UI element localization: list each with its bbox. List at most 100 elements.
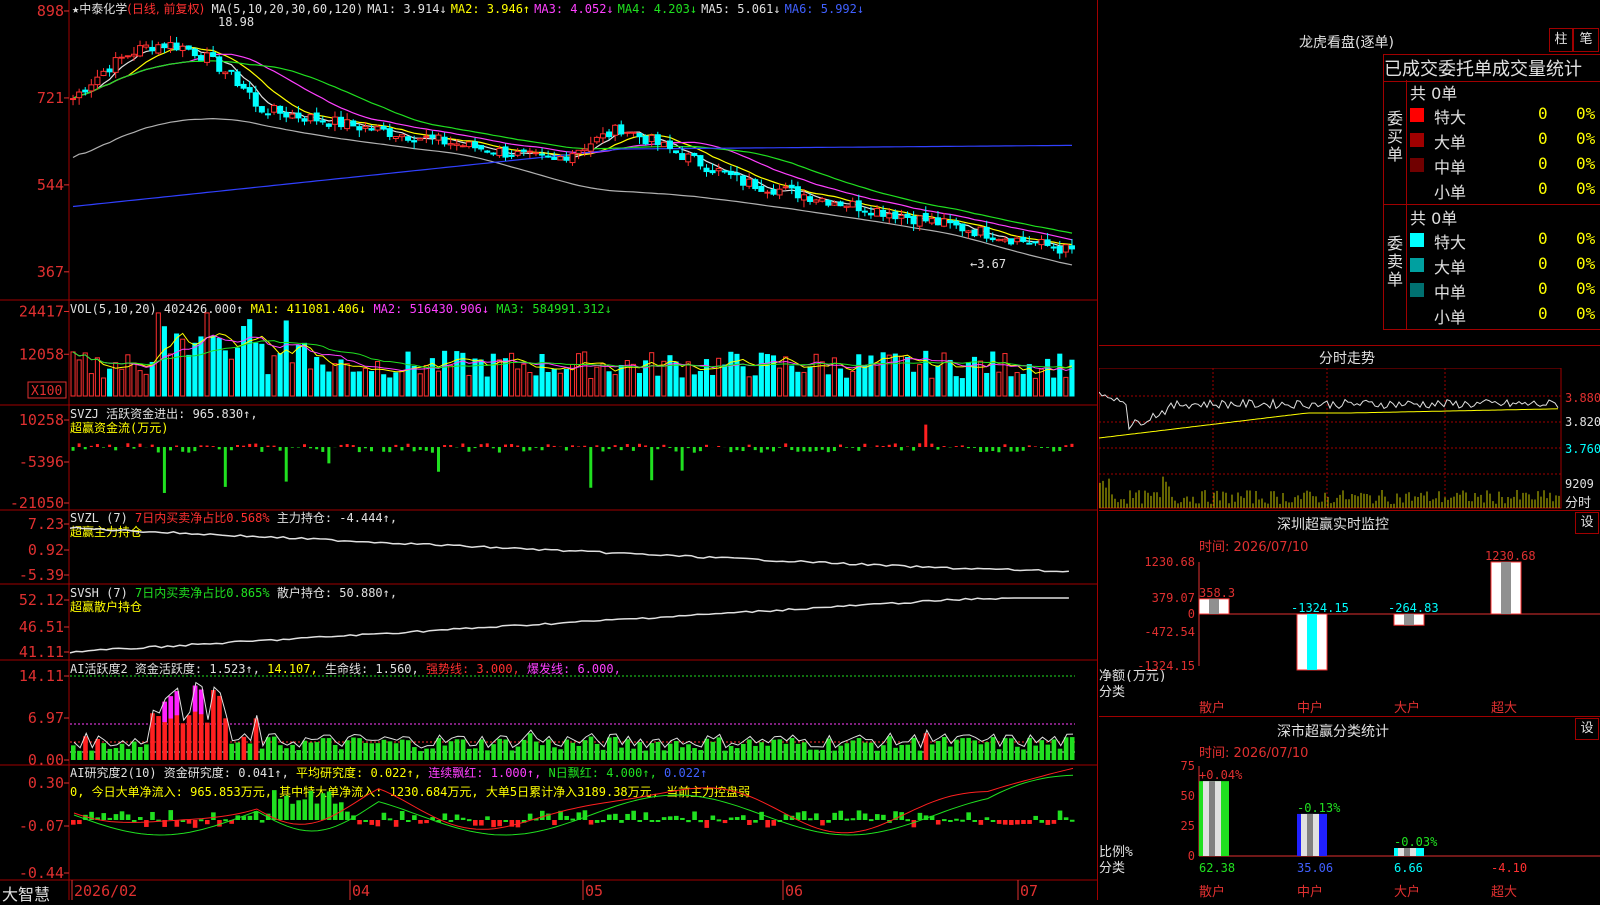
- candle-body: [831, 202, 838, 206]
- activity-bar: [308, 742, 314, 760]
- volume-bar: [259, 343, 265, 397]
- research-bar: [722, 820, 728, 824]
- candle-body: [715, 168, 722, 172]
- volume-bar: [521, 363, 527, 397]
- indicator-chart-svg[interactable]: 898 721 544 367 18.98 ←3.67 VOL(5,10,20) 40242…: [0, 0, 1097, 900]
- sz-value-label: -264.83: [1388, 601, 1439, 615]
- intraday-frame: [1099, 368, 1562, 509]
- research-bar: [759, 811, 764, 820]
- activity-bar: [332, 744, 338, 760]
- volume-bar: [301, 342, 308, 397]
- candle-body: [581, 148, 588, 152]
- activity-bar: [247, 743, 253, 760]
- activity-bar: [747, 739, 752, 760]
- research-bar: [101, 813, 107, 820]
- volume-bar: [576, 353, 582, 397]
- sell-row: 特大 0 0%: [1410, 229, 1600, 253]
- candle-body: [472, 141, 479, 149]
- activity-bar: [223, 718, 228, 760]
- research-bar: [801, 811, 807, 820]
- research-bar: [753, 820, 758, 823]
- activity-bar: [138, 746, 143, 760]
- volume-bar: [137, 370, 143, 397]
- volume-bar: [795, 371, 801, 397]
- volume-bar: [283, 320, 289, 397]
- volume-bar: [180, 338, 186, 397]
- activity-bar: [619, 747, 624, 760]
- research-bar: [1009, 820, 1014, 825]
- activity-bar: [582, 740, 588, 760]
- candle-body: [587, 143, 594, 152]
- ai-activity-part: 14.107,: [267, 662, 325, 676]
- research-bar: [205, 820, 210, 825]
- research-bar: [503, 820, 509, 822]
- candle-body: [977, 226, 984, 236]
- ai2-axis-tick: -0.07: [19, 817, 64, 835]
- research-bar: [832, 812, 837, 820]
- activity-bar: [527, 733, 533, 760]
- activity-bar: [497, 738, 502, 760]
- candle-body: [106, 68, 113, 73]
- volume-bar: [405, 351, 411, 397]
- research-bar: [345, 811, 350, 820]
- volume-bar: [308, 368, 314, 397]
- candle-body: [423, 135, 430, 138]
- candle-body: [721, 170, 728, 173]
- ai1-axis-tick: 14.11: [19, 667, 64, 685]
- main-chart-area[interactable]: ★中泰化学(日线, 前复权) MA(5,10,20,30,60,120) MA1:…: [0, 0, 1098, 904]
- candle-body: [435, 134, 442, 141]
- sell-swatch: [1410, 258, 1424, 272]
- activity-bar: [966, 737, 971, 760]
- activity-bar: [734, 748, 740, 760]
- activity-bar: [594, 743, 600, 760]
- tick-view-button[interactable]: 笔: [1573, 28, 1599, 52]
- research-bar: [418, 820, 423, 824]
- activity-bar: [1021, 749, 1026, 760]
- research-bar: [497, 820, 502, 827]
- research-bar: [600, 820, 606, 823]
- research-bar: [765, 820, 770, 828]
- volume-bar: [697, 371, 703, 397]
- buy-size-label: 特大: [1434, 108, 1467, 127]
- volume-bar: [82, 352, 88, 397]
- candle-body: [216, 56, 223, 72]
- bar-view-button[interactable]: 柱: [1549, 28, 1573, 52]
- activity-bar: [278, 745, 283, 760]
- research-bar: [192, 820, 198, 828]
- candle-body: [910, 215, 917, 225]
- activity-bar: [1027, 737, 1032, 760]
- research-bar: [424, 820, 429, 824]
- candle-body: [1050, 246, 1057, 249]
- research-bar: [960, 819, 965, 822]
- sz-settings-button[interactable]: 设: [1575, 512, 1599, 534]
- svzl-axis-tick: -5.39: [19, 566, 64, 584]
- activity-bar: [430, 748, 435, 760]
- candle-body: [557, 156, 564, 161]
- activity-bar: [113, 747, 119, 760]
- sell-count: 0: [1538, 229, 1548, 248]
- sell-count: 0: [1538, 254, 1548, 273]
- sell-percent: 0%: [1576, 229, 1596, 248]
- research-bar: [868, 819, 874, 822]
- buy-row: 中单 0 0%: [1410, 154, 1600, 178]
- sell-size-label: 特大: [1434, 233, 1467, 252]
- volume-bar: [740, 366, 746, 397]
- candle-body: [1014, 237, 1021, 243]
- activity-bar: [978, 744, 984, 760]
- cls-settings-button[interactable]: 设: [1575, 718, 1599, 740]
- research-bar: [771, 820, 777, 826]
- research-bar: [905, 819, 911, 822]
- volume-bar: [710, 374, 716, 397]
- intraday-chart[interactable]: [1099, 368, 1600, 510]
- ai2-axis-tick: -0.44: [19, 864, 64, 882]
- volume-bar: [417, 373, 423, 397]
- candle-body: [478, 145, 485, 150]
- activity-bar: [655, 741, 661, 760]
- candle-body: [289, 113, 296, 119]
- date-label: 05: [585, 882, 603, 900]
- research-bar: [393, 820, 399, 827]
- volume-bar: [149, 361, 155, 397]
- sell-size-label: 大单: [1434, 258, 1467, 277]
- candle-body: [167, 42, 174, 50]
- activity-bar: [491, 744, 496, 760]
